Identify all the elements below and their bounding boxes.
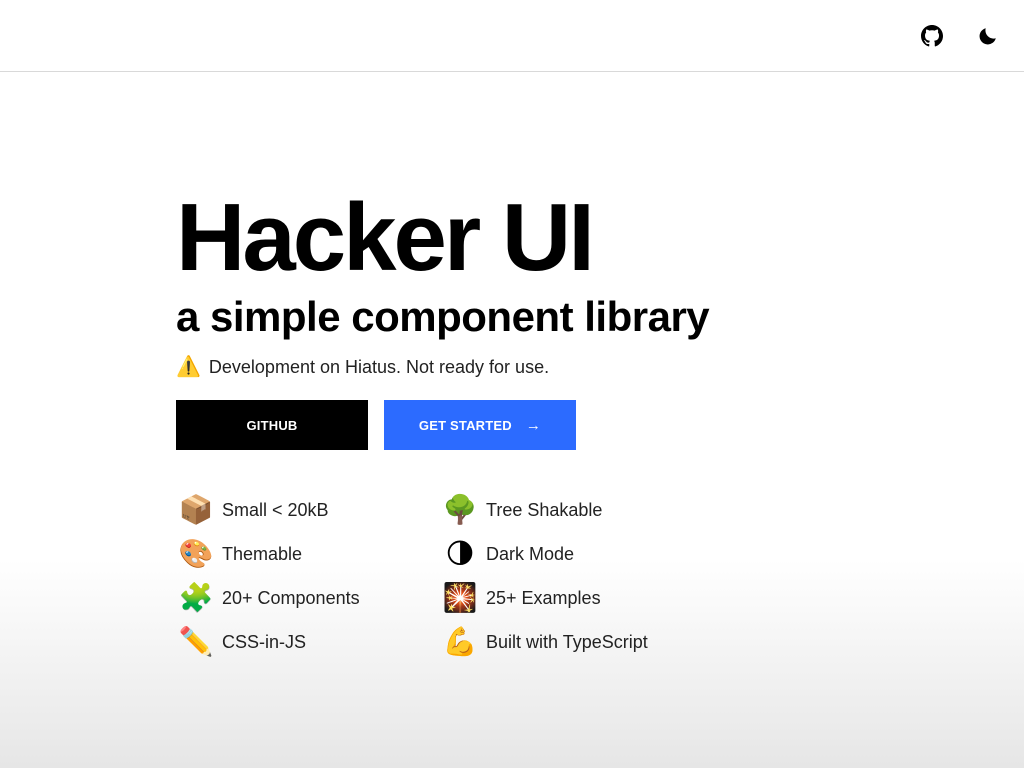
feature-item: 🎨 Themable	[178, 536, 442, 572]
feature-item: 💪 Built with TypeScript	[442, 624, 706, 660]
half-moon-icon: 🌗	[445, 538, 475, 569]
get-started-button-label: GET STARTED	[418, 417, 512, 433]
palette-icon: 🎨	[178, 538, 214, 569]
pencil-icon: ✏️	[178, 626, 214, 657]
feature-item: 🌳 Tree Shakable	[442, 492, 706, 528]
feature-label: Built with TypeScript	[486, 631, 648, 652]
puzzle-icon: 🧩	[178, 582, 214, 613]
page-subtitle: a simple component library	[176, 293, 710, 340]
notice-text: Development on Hiatus. Not ready for use…	[208, 356, 550, 377]
feature-label: Small < 20kB	[222, 499, 329, 520]
tree-icon: 🌳	[442, 494, 478, 525]
get-started-button[interactable]: GET STARTED →	[384, 400, 576, 450]
feature-label: 20+ Components	[222, 587, 360, 608]
warning-icon: ⚠️	[176, 356, 201, 378]
feature-label: Tree Shakable	[486, 499, 603, 520]
top-navbar	[0, 0, 1024, 72]
github-button-label: GITHUB	[246, 417, 298, 433]
cta-buttons: GITHUB GET STARTED →	[176, 400, 576, 450]
page-title: Hacker UI	[176, 184, 595, 291]
hero-section: Hacker UI a simple component library ⚠️ …	[176, 190, 876, 380]
moon-icon[interactable]	[976, 24, 1000, 48]
arrow-right-icon: →	[525, 416, 542, 434]
hiatus-notice: ⚠️ Development on Hiatus. Not ready for …	[176, 354, 876, 380]
github-button[interactable]: GITHUB	[176, 400, 368, 450]
feature-label: Themable	[222, 543, 303, 564]
feature-item: ✏️ CSS-in-JS	[178, 624, 442, 660]
feature-item: 📦 Small < 20kB	[178, 492, 442, 528]
feature-label: 25+ Examples	[486, 587, 601, 608]
feature-label: Dark Mode	[486, 543, 575, 564]
feature-list: 📦 Small < 20kB 🌳 Tree Shakable 🎨 Themabl…	[178, 492, 706, 660]
sparkler-icon: 🎇	[442, 582, 478, 613]
flexed-biceps-icon: 💪	[442, 626, 478, 657]
feature-label: CSS-in-JS	[222, 631, 307, 652]
package-icon: 📦	[178, 494, 214, 525]
github-icon[interactable]	[920, 24, 944, 48]
feature-item: 🎇 25+ Examples	[442, 580, 706, 616]
feature-item: 🧩 20+ Components	[178, 580, 442, 616]
feature-item: 🌗 Dark Mode	[442, 536, 706, 572]
